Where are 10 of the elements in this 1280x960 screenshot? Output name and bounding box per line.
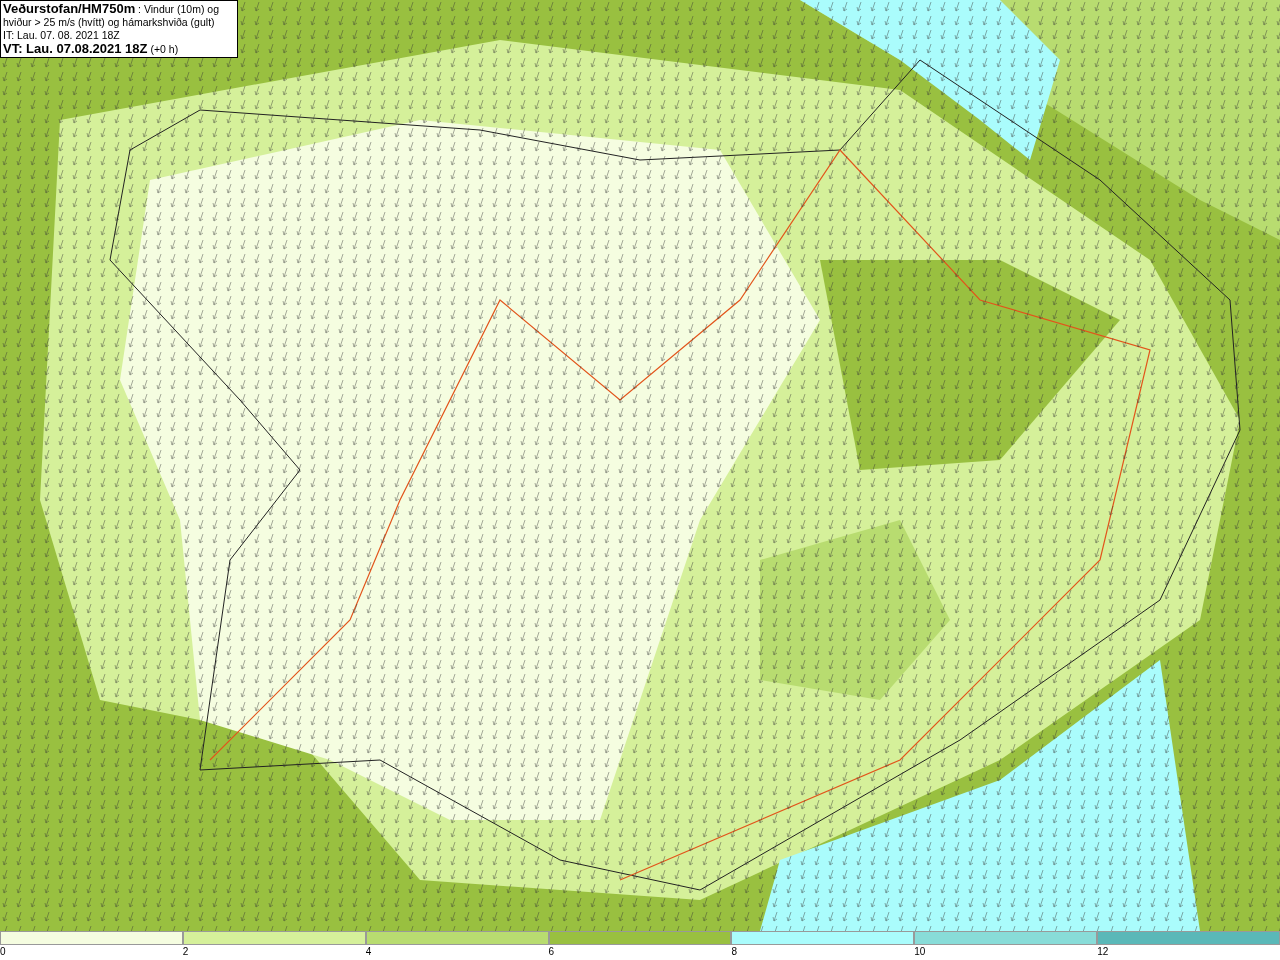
legend-label: 8	[731, 945, 737, 958]
valid-time: VT: Lau. 07.08.2021 18Z (+0 h)	[3, 42, 180, 56]
legend-label: 10	[914, 945, 926, 958]
legend-label: 6	[548, 945, 555, 958]
issue-time: IT: Lau. 07. 08. 2021 18Z	[3, 29, 121, 42]
map-description: Veðurstofan/HM750m : Vindur (10m) og hviður > 25 m/s (hvítt) og hámarkshviða (gult)	[3, 2, 221, 29]
legend-label: 0	[0, 945, 6, 958]
legend-label: 12	[1097, 945, 1109, 958]
legend-label: 4	[365, 945, 372, 958]
legend-label: 2	[182, 945, 189, 958]
